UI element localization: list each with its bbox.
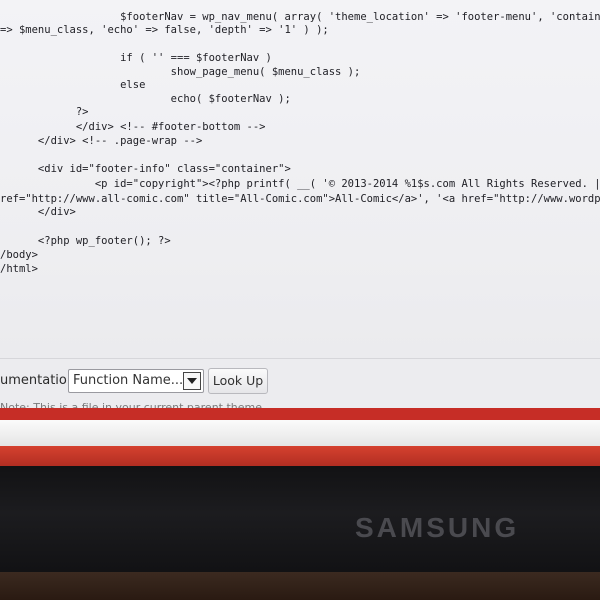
code-line: $footerNav = wp_nav_menu( array( 'theme_… (0, 11, 600, 23)
code-line: /body> (0, 249, 38, 261)
chevron-down-icon[interactable] (183, 372, 201, 390)
code-line: else (0, 79, 146, 91)
screen-bottom-edge (0, 420, 600, 446)
monitor-brand-logo: SAMSUNG (355, 512, 520, 543)
code-line: <?php wp_footer(); ?> (0, 235, 171, 247)
code-line: => $menu_class, 'echo' => false, 'depth'… (0, 24, 329, 36)
code-line: <div id="footer-info" class="container"> (0, 163, 291, 175)
function-name-select-value: Function Name... (73, 373, 184, 388)
code-line: ?> (0, 106, 89, 118)
code-line: show_page_menu( $menu_class ); (0, 66, 361, 78)
look-up-button[interactable]: Look Up (208, 368, 268, 394)
code-line: /html> (0, 263, 38, 275)
code-editor[interactable]: $footerNav = wp_nav_menu( array( 'theme_… (0, 0, 600, 358)
code-line: </div> (0, 206, 76, 218)
red-band (0, 446, 600, 466)
code-line: echo( $footerNav ); (0, 93, 291, 105)
code-line: <p id="copyright"><?php printf( __( '© 2… (0, 178, 600, 190)
red-strip (0, 408, 600, 420)
code-line: </div> <!-- .page-wrap --> (0, 135, 203, 147)
screen: $footerNav = wp_nav_menu( array( 'theme_… (0, 0, 600, 420)
code-line: </div> <!-- #footer-bottom --> (0, 121, 266, 133)
code-line: ref="http://www.all-comic.com" title="Al… (0, 193, 600, 205)
code-line: if ( '' === $footerNav ) (0, 52, 272, 64)
function-name-select[interactable]: Function Name... (68, 369, 204, 393)
desk-surface (0, 572, 600, 600)
